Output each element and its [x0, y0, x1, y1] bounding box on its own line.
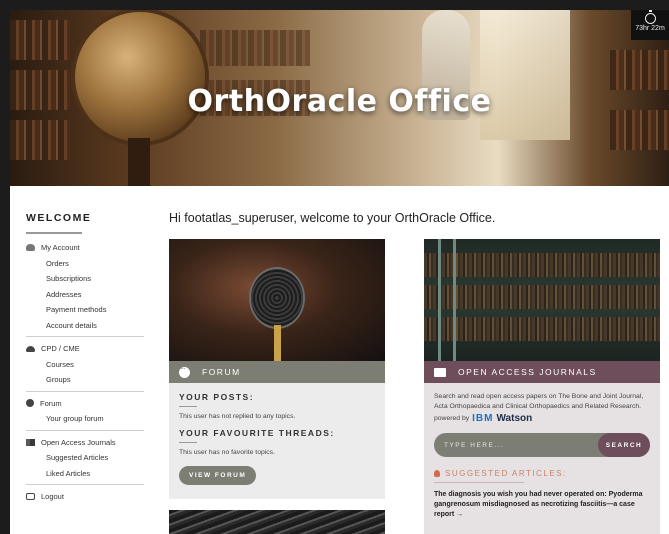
posts-heading: YOUR POSTS: [179, 392, 255, 402]
book-icon [434, 367, 446, 377]
powered-by: powered by IBM Watson [434, 413, 533, 424]
ibm-logo: IBM [472, 413, 494, 424]
sidebar-item-courses[interactable]: Courses [26, 357, 144, 373]
welcome-message: Hi footatlas_superuser, welcome to your … [169, 211, 496, 225]
third-card-image [169, 510, 385, 534]
sidebar-item-my-account[interactable]: My Account [26, 240, 144, 256]
forum-card: FORUM YOUR POSTS: This user has not repl… [169, 239, 385, 499]
logout-icon [26, 493, 35, 501]
stopwatch-icon [644, 10, 656, 24]
sidebar-item-subscriptions[interactable]: Subscriptions [26, 271, 144, 287]
session-timer[interactable]: 73hr 22m [631, 10, 669, 40]
hero-title: OrthOracle Office [187, 84, 492, 119]
library-image [424, 239, 660, 361]
journals-card-header[interactable]: OPEN ACCESS JOURNALS [424, 361, 660, 383]
sidebar-item-forum[interactable]: Forum [26, 396, 144, 412]
sidebar-item-account-details[interactable]: Account details [26, 318, 144, 334]
search-input[interactable] [434, 441, 594, 449]
globe-image [75, 12, 205, 142]
posts-text: This user has not replied to any topics. [179, 413, 296, 420]
chat-icon [26, 399, 34, 408]
lightbulb-icon [434, 470, 440, 477]
sidebar-item-payment-methods[interactable]: Payment methods [26, 302, 144, 318]
suggested-article-link[interactable]: The diagnosis you wish you had never ope… [434, 490, 650, 520]
book-icon [26, 438, 35, 446]
timer-label: 73hr 22m [635, 25, 665, 32]
threads-heading: YOUR FAVOURITE THREADS: [179, 428, 335, 438]
microphone-image [169, 239, 385, 361]
sidebar-item-liked-articles[interactable]: Liked Articles [26, 466, 144, 482]
sidebar-item-cpd-cme[interactable]: CPD / CME [26, 341, 144, 357]
hero-banner: OrthOracle Office 73hr 22m [10, 10, 669, 186]
journal-search: SEARCH [434, 433, 650, 457]
journals-description: Search and read open access papers on Th… [434, 393, 644, 410]
office-page: OrthOracle Office 73hr 22m WELCOME My Ac… [10, 10, 669, 534]
sidebar: WELCOME My Account Orders Subscriptions … [26, 212, 144, 505]
sidebar-item-logout[interactable]: Logout [26, 489, 144, 505]
user-icon [26, 244, 35, 252]
search-button[interactable]: SEARCH [598, 433, 650, 457]
sidebar-item-suggested-articles[interactable]: Suggested Articles [26, 450, 144, 466]
sidebar-heading: WELCOME [26, 212, 92, 224]
journals-card: OPEN ACCESS JOURNALS Search and read ope… [424, 239, 660, 534]
view-forum-button[interactable]: VIEW FORUM [179, 466, 257, 485]
chat-icon [179, 364, 190, 378]
watson-logo: Watson [496, 413, 533, 424]
threads-text: This user has no favorite topics. [179, 449, 275, 456]
suggested-articles-heading: SUGGESTED ARTICLES: [434, 469, 650, 478]
sidebar-item-groups[interactable]: Groups [26, 372, 144, 388]
sidebar-item-orders[interactable]: Orders [26, 256, 144, 272]
forum-card-header[interactable]: FORUM [169, 361, 385, 383]
sidebar-item-addresses[interactable]: Addresses [26, 287, 144, 303]
sidebar-item-open-access-journals[interactable]: Open Access Journals [26, 435, 144, 451]
sidebar-item-group-forum[interactable]: Your group forum [26, 411, 144, 427]
cloud-icon [26, 345, 35, 352]
